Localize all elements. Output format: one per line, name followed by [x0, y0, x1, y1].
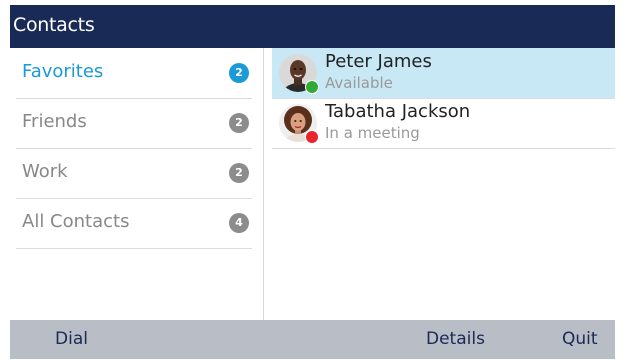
page-title: Contacts [13, 14, 95, 36]
sidebar-item-label: Work [22, 161, 68, 182]
sidebar-item-label: Friends [22, 111, 87, 132]
phone-screen: Contacts Favorites 2 Friends 2 Work 2 Al… [10, 5, 615, 359]
sidebar: Favorites 2 Friends 2 Work 2 All Contact… [10, 48, 263, 320]
count-badge: 2 [229, 63, 249, 83]
sidebar-item-favorites[interactable]: Favorites 2 [16, 48, 252, 99]
contact-name: Peter James [325, 51, 432, 72]
contact-status: Available [325, 74, 393, 92]
count-badge: 2 [229, 113, 249, 133]
sidebar-item-all-contacts[interactable]: All Contacts 4 [16, 198, 252, 249]
count-badge: 2 [229, 163, 249, 183]
contact-name: Tabatha Jackson [325, 101, 471, 122]
sidebar-item-label: Favorites [22, 61, 104, 82]
dial-button[interactable]: Dial [55, 328, 88, 350]
quit-button[interactable]: Quit [562, 328, 598, 350]
main-content: Favorites 2 Friends 2 Work 2 All Contact… [10, 48, 615, 320]
presence-busy-icon [305, 130, 319, 144]
count-badge: 4 [229, 213, 249, 233]
sidebar-item-work[interactable]: Work 2 [16, 148, 252, 199]
presence-available-icon [305, 80, 319, 94]
contact-row-tabatha-jackson[interactable]: Tabatha Jackson In a meeting [272, 98, 615, 149]
details-button[interactable]: Details [426, 328, 485, 350]
contact-list: Peter James Available Tabatha Jackson In… [264, 48, 615, 320]
contact-status: In a meeting [325, 124, 420, 142]
avatar [278, 53, 319, 94]
title-bar: Contacts [10, 5, 615, 48]
avatar [278, 103, 319, 144]
sidebar-item-friends[interactable]: Friends 2 [16, 98, 252, 149]
contact-row-peter-james[interactable]: Peter James Available [272, 48, 615, 99]
softkey-bar: Dial Details Quit [10, 320, 615, 359]
sidebar-item-label: All Contacts [22, 211, 130, 232]
